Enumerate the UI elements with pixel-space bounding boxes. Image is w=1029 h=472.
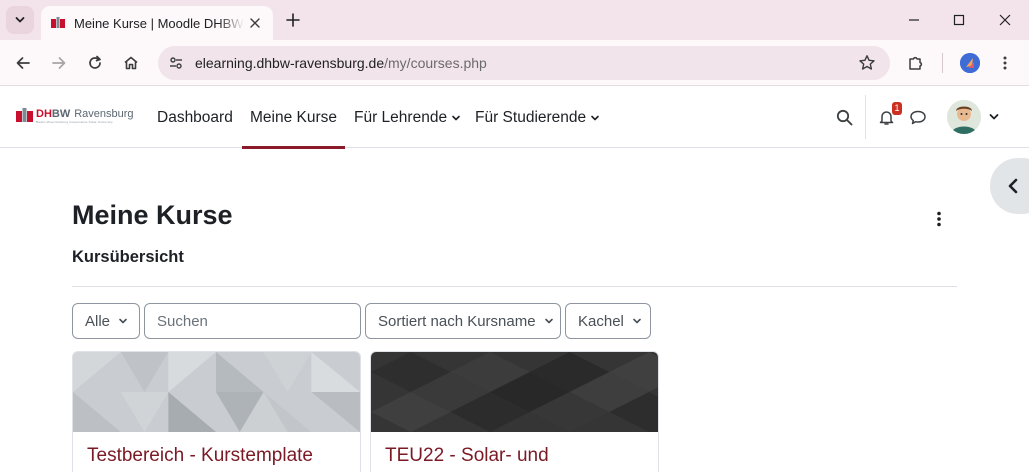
browser-tab-bar: Meine Kurse | Moodle DHBW Ravensburg	[0, 0, 1029, 40]
url-host: elearning.dhbw-ravensburg.de	[195, 55, 385, 71]
chevron-down-icon	[15, 17, 25, 23]
search-icon[interactable]	[834, 107, 854, 127]
view-value: Kachel	[578, 312, 624, 330]
course-title[interactable]: TEU22 - Solar- und	[385, 445, 549, 467]
home-icon[interactable]	[120, 52, 142, 74]
page-title: Meine Kurse	[72, 200, 233, 230]
course-search-input[interactable]	[144, 303, 361, 339]
open-block-drawer-button[interactable]	[990, 158, 1029, 214]
chevron-left-icon	[1008, 178, 1018, 194]
nav-fuer-studierende-label: Für Studierende	[475, 108, 587, 126]
grouping-dropdown[interactable]: Alle	[72, 303, 140, 339]
navbar-divider	[865, 95, 866, 139]
site-info-icon[interactable]	[164, 51, 188, 75]
toolbar-separator	[942, 53, 943, 73]
moodle-navbar: DHBW Ravensburg Baden-Wuerttemberg Cooper…	[0, 87, 1029, 149]
chat-icon[interactable]	[908, 107, 928, 127]
grouping-value: Alle	[85, 312, 111, 330]
dhbw-logo[interactable]: DHBW Ravensburg Baden-Wuerttemberg Cooper…	[16, 106, 134, 128]
url-text[interactable]: elearning.dhbw-ravensburg.de/my/courses.…	[195, 55, 487, 71]
dhbw-favicon-icon	[51, 17, 65, 28]
course-title[interactable]: Testbereich - Kurstemplate	[87, 445, 313, 467]
profile-image-icon	[960, 53, 980, 73]
nav-meine-kurse[interactable]: Meine Kurse	[241, 87, 346, 149]
tab-title: Meine Kurse | Moodle DHBW Ravensburg	[74, 15, 244, 31]
notification-count-badge: 1	[892, 102, 902, 115]
back-arrow-icon[interactable]	[12, 52, 34, 74]
tab-close-icon[interactable]	[247, 15, 263, 31]
nav-fuer-lehrende[interactable]: Für Lehrende	[354, 87, 461, 148]
section-title: Kursübersicht	[72, 248, 184, 266]
logo-tagline: Baden-Wuerttemberg Cooperative State Uni…	[36, 120, 113, 124]
chevron-down-icon	[452, 115, 460, 120]
maximize-icon[interactable]	[949, 10, 969, 30]
logo-wordmark: DHBW Ravensburg	[36, 108, 134, 120]
url-path: /my/courses.php	[384, 55, 487, 71]
course-image-light-pattern[interactable]	[73, 352, 360, 432]
forward-arrow-icon[interactable]	[48, 52, 70, 74]
profile-avatar[interactable]	[960, 53, 980, 73]
sort-value: Sortiert nach Kursname	[378, 312, 536, 330]
logo-dh: DH	[36, 108, 52, 120]
page-actions-kebab-icon[interactable]	[930, 210, 948, 228]
tab-search-button[interactable]	[6, 6, 34, 34]
chevron-down-icon	[119, 318, 127, 324]
view-dropdown[interactable]: Kachel	[565, 303, 651, 339]
bookmark-star-icon[interactable]	[858, 54, 876, 72]
section-divider	[72, 286, 957, 287]
logo-bw: BW	[51, 108, 71, 120]
chevron-down-icon	[544, 318, 553, 324]
nav-dashboard[interactable]: Dashboard	[157, 87, 233, 148]
logo-city: Ravensburg	[74, 108, 134, 120]
reload-icon[interactable]	[84, 52, 106, 74]
chevron-down-icon	[591, 115, 599, 120]
address-bar[interactable]: elearning.dhbw-ravensburg.de/my/courses.…	[158, 46, 890, 80]
browser-toolbar: elearning.dhbw-ravensburg.de/my/courses.…	[0, 40, 1029, 86]
browser-tab-active[interactable]: Meine Kurse | Moodle DHBW Ravensburg	[41, 6, 273, 40]
minimize-icon[interactable]	[904, 10, 924, 30]
course-card[interactable]: Testbereich - Kurstemplate	[72, 351, 361, 472]
avatar[interactable]	[947, 100, 981, 134]
nav-fuer-studierende[interactable]: Für Studierende	[475, 87, 600, 148]
nav-dashboard-label: Dashboard	[157, 108, 233, 126]
user-avatar-image	[947, 100, 981, 134]
chevron-down-icon	[633, 318, 641, 324]
extensions-puzzle-icon[interactable]	[905, 52, 927, 74]
chevron-down-icon[interactable]	[988, 111, 1000, 123]
nav-meine-kurse-label: Meine Kurse	[250, 108, 338, 126]
new-tab-plus-icon[interactable]	[283, 10, 303, 30]
browser-menu-icon[interactable]	[994, 52, 1016, 74]
close-window-icon[interactable]	[995, 10, 1015, 30]
nav-fuer-lehrende-label: Für Lehrende	[354, 108, 448, 126]
course-image-dark-pattern[interactable]	[371, 352, 658, 432]
dhbw-logo-mark-icon	[16, 108, 33, 122]
course-card[interactable]: TEU22 - Solar- und	[370, 351, 659, 472]
sort-dropdown[interactable]: Sortiert nach Kursname	[365, 303, 561, 339]
